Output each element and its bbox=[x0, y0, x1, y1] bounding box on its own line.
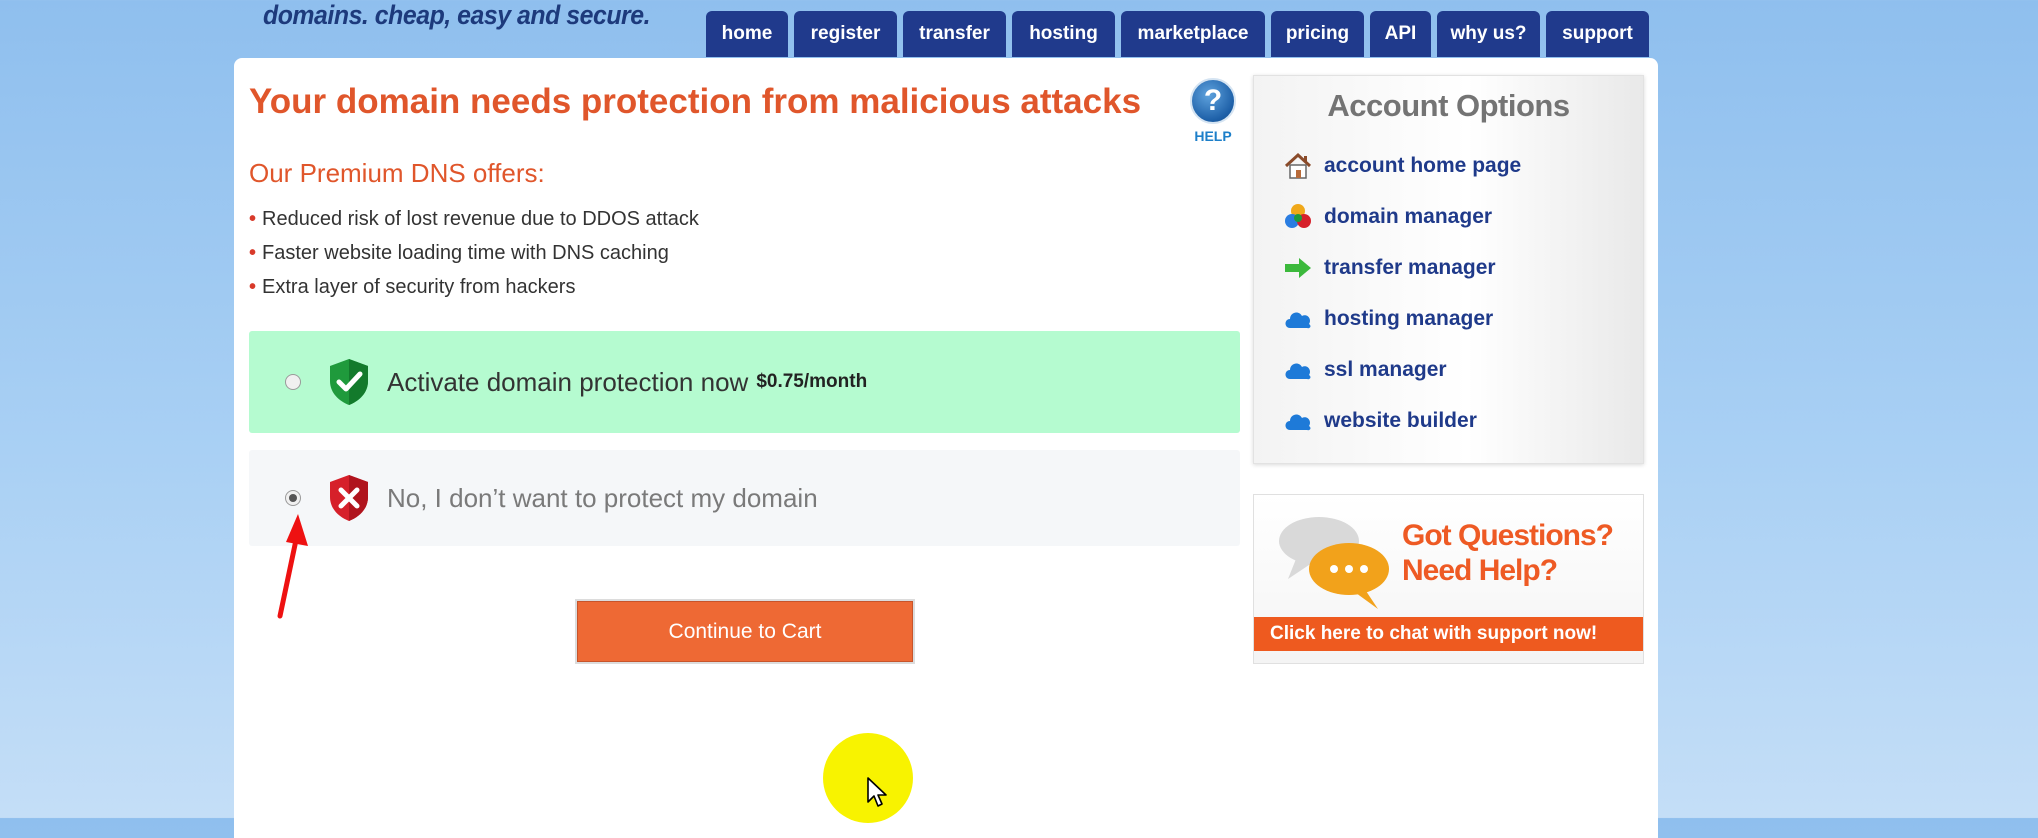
account-options-title: Account Options bbox=[1327, 88, 1570, 123]
site-tagline: domains. cheap, easy and secure. bbox=[263, 0, 651, 30]
help-link[interactable]: ? HELP bbox=[1190, 78, 1236, 144]
dns-offers-heading: Our Premium DNS offers: bbox=[249, 158, 545, 188]
bullet-icon: • bbox=[249, 242, 257, 264]
nav-tab-home[interactable]: home bbox=[706, 11, 788, 57]
cloud-icon bbox=[1283, 304, 1313, 334]
account-item-label[interactable]: hosting manager bbox=[1324, 307, 1493, 331]
page-headline: Your domain needs protection from malici… bbox=[249, 82, 1142, 121]
account-item-label[interactable]: account home page bbox=[1324, 154, 1521, 178]
benefit-text: Extra layer of security from hackers bbox=[262, 276, 576, 298]
nav-tab-api[interactable]: API bbox=[1370, 11, 1431, 57]
nav-tab-marketplace[interactable]: marketplace bbox=[1121, 11, 1265, 57]
protection-option-no[interactable]: No, I don’t want to protect my domain bbox=[249, 450, 1240, 546]
activate-protection-label: Activate domain protection now bbox=[387, 366, 749, 397]
house-icon bbox=[1283, 151, 1313, 181]
benefit-item: • Extra layer of security from hackers bbox=[249, 274, 699, 308]
radio-activate-protection[interactable] bbox=[285, 374, 301, 390]
protection-option-yes[interactable]: Activate domain protection now $0.75/mon… bbox=[249, 331, 1240, 433]
account-item-domain-manager[interactable]: domain manager bbox=[1283, 191, 1521, 242]
colored-circles-icon bbox=[1283, 202, 1313, 232]
shield-x-icon bbox=[330, 475, 368, 521]
nav-tab-why-us[interactable]: why us? bbox=[1437, 11, 1540, 57]
support-headline-1: Got Questions? bbox=[1402, 519, 1614, 552]
account-item-hosting-manager[interactable]: hosting manager bbox=[1283, 293, 1521, 344]
continue-to-cart-button[interactable]: Continue to Cart bbox=[577, 601, 913, 662]
green-arrow-icon bbox=[1283, 253, 1313, 283]
account-item-home[interactable]: account home page bbox=[1283, 140, 1521, 191]
support-headline-2: Need Help? bbox=[1402, 554, 1558, 587]
nav-tab-register[interactable]: register bbox=[794, 11, 897, 57]
nav-tab-pricing[interactable]: pricing bbox=[1271, 11, 1364, 57]
mouse-pointer-icon bbox=[867, 777, 887, 807]
nav-tab-transfer[interactable]: transfer bbox=[903, 11, 1006, 57]
benefit-item: • Reduced risk of lost revenue due to DDO… bbox=[249, 206, 699, 240]
account-item-label[interactable]: transfer manager bbox=[1324, 256, 1496, 280]
bullet-icon: • bbox=[249, 208, 257, 230]
account-item-ssl-manager[interactable]: ssl manager bbox=[1283, 344, 1521, 395]
cloud-icon bbox=[1283, 406, 1313, 436]
shield-check-icon bbox=[330, 359, 368, 405]
support-chat-banner[interactable]: Got Questions? Need Help? Click here to … bbox=[1253, 494, 1644, 664]
nav-tab-support[interactable]: support bbox=[1546, 11, 1649, 57]
account-item-label[interactable]: website builder bbox=[1324, 409, 1477, 433]
account-item-website-builder[interactable]: website builder bbox=[1283, 395, 1521, 446]
chat-bubbles-icon bbox=[1279, 517, 1389, 609]
protection-price: $0.75/month bbox=[756, 371, 868, 392]
main-nav: home register transfer hosting marketpla… bbox=[706, 11, 1649, 57]
benefit-text: Reduced risk of lost revenue due to DDOS… bbox=[262, 208, 699, 230]
cloud-icon bbox=[1283, 355, 1313, 385]
red-arrow-annotation bbox=[277, 514, 308, 619]
radio-decline-protection[interactable] bbox=[285, 490, 301, 506]
bullet-icon: • bbox=[249, 276, 257, 298]
benefit-item: • Faster website loading time with DNS ca… bbox=[249, 240, 699, 274]
account-item-label[interactable]: domain manager bbox=[1324, 205, 1492, 229]
account-options-list: account home page domain manager transfe… bbox=[1283, 140, 1521, 446]
nav-tab-hosting[interactable]: hosting bbox=[1012, 11, 1115, 57]
benefits-list: • Reduced risk of lost revenue due to DDO… bbox=[249, 206, 699, 308]
help-label[interactable]: HELP bbox=[1190, 128, 1236, 144]
account-item-transfer-manager[interactable]: transfer manager bbox=[1283, 242, 1521, 293]
account-item-label[interactable]: ssl manager bbox=[1324, 358, 1447, 382]
benefit-text: Faster website loading time with DNS cac… bbox=[262, 242, 669, 264]
chat-support-link[interactable]: Click here to chat with support now! bbox=[1254, 617, 1643, 651]
help-icon[interactable]: ? bbox=[1190, 78, 1236, 124]
decline-protection-label: No, I don’t want to protect my domain bbox=[387, 482, 818, 513]
